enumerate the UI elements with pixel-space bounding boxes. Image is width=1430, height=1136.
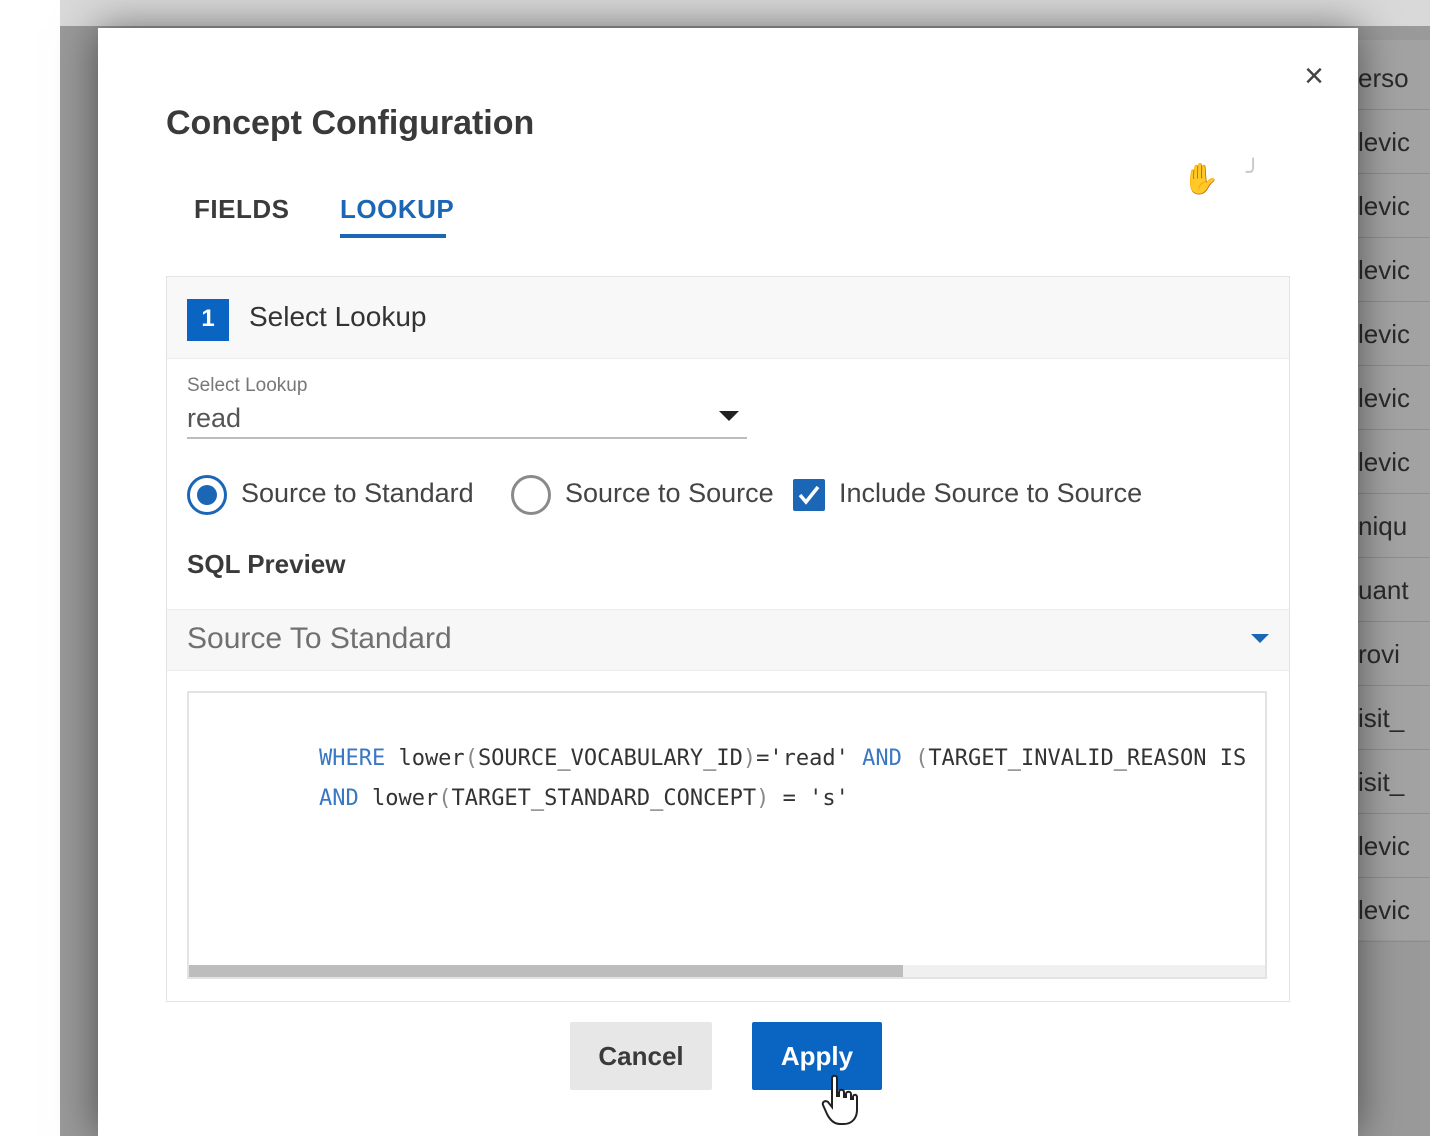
sql-paren: ) — [756, 786, 770, 811]
background-list-item: niqu — [1358, 494, 1430, 558]
source-to-source-label[interactable]: Source to Source — [565, 475, 774, 511]
step-label: Select Lookup — [249, 301, 427, 332]
sql-token: TARGET_STANDARD_CONCEPT — [451, 786, 757, 811]
sql-paren: ( — [915, 746, 929, 771]
select-lookup-dropdown[interactable]: read — [187, 401, 747, 439]
tab-lookup[interactable]: LOOKUP — [340, 194, 454, 225]
tab-fields[interactable]: FIELDS — [194, 194, 289, 225]
hand-pointer-icon — [821, 1074, 858, 1125]
background-list-item: isit_ — [1358, 686, 1430, 750]
select-lookup-label: Select Lookup — [187, 375, 308, 396]
include-source-to-source-checkbox[interactable] — [793, 479, 825, 511]
close-icon[interactable]: × — [1294, 56, 1334, 96]
mapping-options: Source to Standard Source to Source Incl… — [185, 473, 1185, 517]
step-header: 1 Select Lookup — [167, 277, 1289, 359]
lookup-panel: 1 Select Lookup Select Lookup read Sourc… — [166, 276, 1290, 1002]
sql-paren: ( — [438, 786, 452, 811]
radio-dot — [197, 485, 217, 505]
select-lookup-value: read — [187, 403, 242, 433]
step-number-badge: 1 — [187, 299, 229, 341]
active-tab-indicator — [340, 234, 446, 238]
background-list-item: isit_ — [1358, 750, 1430, 814]
source-to-standard-radio[interactable] — [187, 475, 227, 515]
background-list-item: uant — [1358, 558, 1430, 622]
backdrop-header — [60, 0, 1430, 26]
sql-preview-title: SQL Preview — [187, 549, 346, 579]
sql-token: lower — [358, 786, 439, 811]
sql-preview-selected: Source To Standard — [187, 622, 452, 655]
background-list-item: rovi — [1358, 622, 1430, 686]
sql-token: = — [769, 786, 810, 811]
background-list-item: levic — [1358, 302, 1430, 366]
sql-code-viewer[interactable]: WHERE lower(SOURCE_VOCABULARY_ID)='read'… — [187, 691, 1267, 979]
pin-icon: ╯ — [1246, 159, 1261, 186]
background-list-item: levic — [1358, 814, 1430, 878]
source-to-standard-label[interactable]: Source to Standard — [241, 475, 474, 511]
check-icon — [798, 485, 820, 505]
sql-preview-dropdown[interactable]: Source To Standard — [167, 609, 1289, 671]
horizontal-scrollbar[interactable] — [189, 965, 1265, 977]
hand-icon: ✋ — [1182, 163, 1220, 196]
concept-configuration-dialog: × Concept Configuration ✋ ╯ FIELDS LOOKU… — [98, 28, 1358, 1136]
background-list-item: levic — [1358, 238, 1430, 302]
apply-button[interactable]: Apply — [752, 1022, 882, 1090]
background-list-item: levic — [1358, 110, 1430, 174]
chevron-down-icon — [719, 411, 739, 421]
background-list-item: erso — [1358, 46, 1430, 110]
dialog-title: Concept Configuration — [166, 104, 535, 142]
background-list-item: levic — [1358, 174, 1430, 238]
toolbar-icons: ✋ ╯ — [1182, 159, 1272, 222]
background-list-item: levic — [1358, 430, 1430, 494]
scrollbar-thumb[interactable] — [189, 965, 903, 977]
cancel-button[interactable]: Cancel — [570, 1022, 712, 1090]
sql-keyword: AND — [848, 746, 916, 771]
sql-token: TARGET_INVALID_REASON IS — [928, 746, 1247, 771]
sql-keyword: AND — [318, 786, 359, 811]
sql-line-2: AND lower(TARGET_STANDARD_CONCEPT) = 's' — [213, 761, 849, 836]
source-to-source-radio[interactable] — [511, 475, 551, 515]
background-list-item: levic — [1358, 878, 1430, 942]
sql-string: 's' — [809, 786, 849, 811]
background-list-item: levic — [1358, 366, 1430, 430]
chevron-down-icon — [1251, 634, 1269, 643]
include-source-to-source-label[interactable]: Include Source to Source — [839, 475, 1142, 511]
